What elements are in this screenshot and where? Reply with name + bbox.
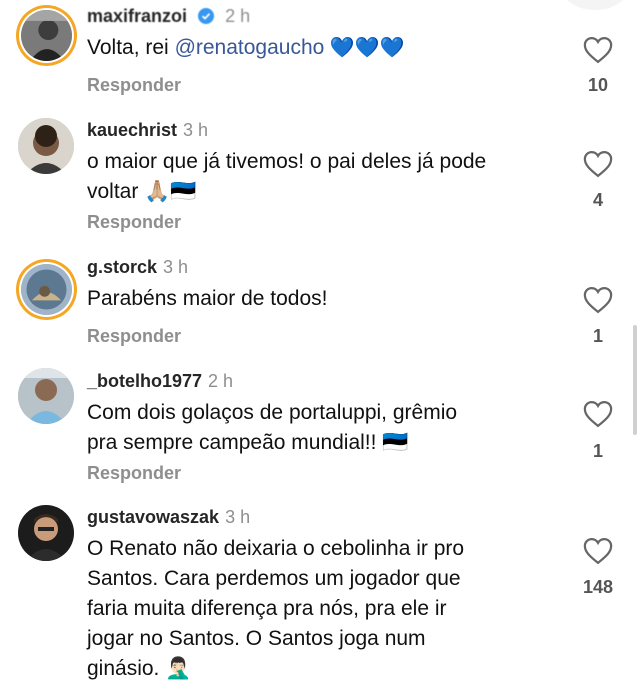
like-count: 1 xyxy=(592,326,603,346)
comment-text: O Renato não deixaria o cebolinha ir pro… xyxy=(87,534,557,684)
reply-button[interactable]: Responder xyxy=(87,463,181,484)
comment-text: Volta, rei @renatogaucho 💙💙💙 xyxy=(87,33,557,63)
heart-outline-icon[interactable] xyxy=(583,36,613,64)
comment-username[interactable]: g.storck 3 h xyxy=(87,257,188,278)
comment-time: 2 h xyxy=(225,6,251,26)
comment-text-line: O Renato não deixaria o cebolinha ir pro xyxy=(87,537,465,560)
overlay-shade xyxy=(560,0,630,10)
reply-button[interactable]: Responder xyxy=(87,212,181,233)
verified-badge-icon xyxy=(198,8,215,24)
comment-text-line: o maior que já tivemos! o pai deles já p… xyxy=(87,150,487,173)
comment-username[interactable]: maxifranzoi 2 h xyxy=(87,6,250,27)
comment-username[interactable]: gustavowaszak 3 h xyxy=(87,507,250,528)
avatar[interactable] xyxy=(21,264,72,315)
comment-text: Parabéns maior de todos! xyxy=(87,284,557,314)
comment-time: 2 h xyxy=(208,371,234,391)
comment-username[interactable]: kauechrist 3 h xyxy=(87,120,208,141)
heart-outline-icon[interactable] xyxy=(583,286,613,314)
comment-text-line: jogar no Santos. O Santos joga num xyxy=(87,627,426,650)
comment-time: 3 h xyxy=(225,507,251,527)
comment-text-line: Com dois golaços de portaluppi, grêmio xyxy=(87,401,458,424)
comment-text-line: faria muita diferença pra nós, pra ele i… xyxy=(87,597,447,620)
comment-username[interactable]: _botelho1977 2 h xyxy=(87,371,233,392)
comment-text-part: Volta, rei xyxy=(87,36,175,59)
mention-link[interactable]: @renatogaucho xyxy=(175,36,325,59)
reply-button[interactable]: Responder xyxy=(87,326,181,347)
heart-outline-icon[interactable] xyxy=(583,537,613,565)
comment-text: o maior que já tivemos! o pai deles já p… xyxy=(87,147,557,207)
username-text[interactable]: gustavowaszak xyxy=(87,507,219,527)
reply-button[interactable]: Responder xyxy=(87,75,181,96)
comment-text-line: pra sempre campeão mundial!! 🇪🇪 xyxy=(87,431,409,454)
avatar[interactable] xyxy=(21,10,72,61)
heart-outline-icon[interactable] xyxy=(583,150,613,178)
comment-text-line: ginásio. 🤦🏻‍♂️ xyxy=(87,657,192,680)
like-count: 148 xyxy=(582,577,614,597)
like-count: 1 xyxy=(592,441,603,461)
comment-text: Com dois golaços de portaluppi, grêmio p… xyxy=(87,398,557,458)
comment-text-line: Parabéns maior de todos! xyxy=(87,287,328,310)
username-text[interactable]: maxifranzoi xyxy=(87,6,187,26)
like-count: 10 xyxy=(587,75,609,95)
username-text[interactable]: _botelho1977 xyxy=(87,371,202,391)
avatar[interactable] xyxy=(18,505,74,561)
username-text[interactable]: kauechrist xyxy=(87,120,177,140)
scrollbar[interactable] xyxy=(633,325,637,435)
comment-text-line: Santos. Cara perdemos um jogador que xyxy=(87,567,461,590)
username-text[interactable]: g.storck xyxy=(87,257,157,277)
avatar[interactable] xyxy=(18,118,74,174)
comment-time: 3 h xyxy=(183,120,209,140)
like-count: 4 xyxy=(592,190,603,210)
avatar[interactable] xyxy=(18,368,74,424)
comment-time: 3 h xyxy=(163,257,189,277)
heart-outline-icon[interactable] xyxy=(583,400,613,428)
comment-text-line: voltar 🙏🏼🇪🇪 xyxy=(87,180,197,203)
comment-emoji: 💙💙💙 xyxy=(324,37,405,59)
